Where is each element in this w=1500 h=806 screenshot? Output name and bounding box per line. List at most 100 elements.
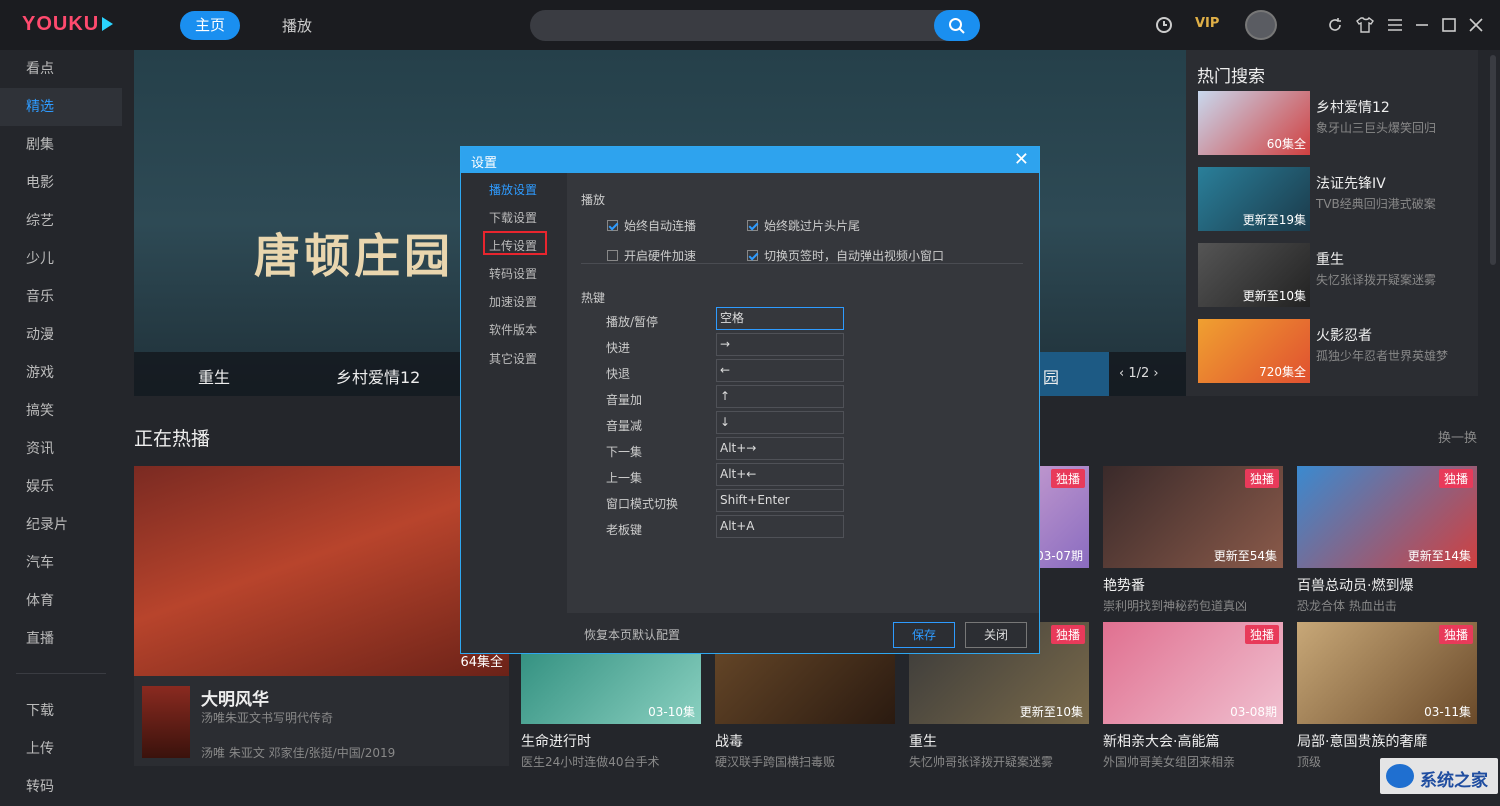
sidebar-item-jilupian[interactable]: 纪录片 bbox=[0, 506, 122, 544]
card-desc: 顶级 bbox=[1297, 755, 1322, 769]
checkbox-checked-icon bbox=[747, 220, 758, 231]
checkbox-hw-accel[interactable]: 开启硬件加速 bbox=[607, 247, 696, 264]
nav-upload-settings[interactable]: 上传设置 bbox=[489, 237, 537, 254]
minimize-icon[interactable] bbox=[1412, 15, 1432, 35]
hot-search-item[interactable]: 60集全 乡村爱情12 象牙山三巨头爆笑回归 bbox=[1198, 91, 1474, 155]
sidebar-item-youxi[interactable]: 游戏 bbox=[0, 354, 122, 392]
exclusive-badge: 独播 bbox=[1438, 469, 1473, 488]
sidebar-item-juji[interactable]: 剧集 bbox=[0, 126, 122, 164]
exclusive-badge: 独播 bbox=[1050, 469, 1085, 488]
hot-search-item[interactable]: 更新至19集 法证先锋IV TVB经典回归港式破案 bbox=[1198, 167, 1474, 231]
card-image: 独播 03-08期 bbox=[1103, 622, 1283, 724]
save-button[interactable]: 保存 bbox=[893, 622, 955, 648]
menu-icon[interactable] bbox=[1385, 15, 1405, 35]
hot-search-item[interactable]: 720集全 火影忍者 孤独少年忍者世界英雄梦 bbox=[1198, 319, 1474, 383]
checkbox-mini-window[interactable]: 切换页签时，自动弹出视频小窗口 bbox=[747, 247, 944, 264]
group-play-label: 播放 bbox=[581, 193, 606, 207]
card-name: 生命进行时 bbox=[521, 734, 591, 750]
checkbox-skip-intro[interactable]: 始终跳过片头片尾 bbox=[747, 217, 860, 234]
dialog-nav: 播放设置 下载设置 上传设置 转码设置 加速设置 软件版本 其它设置 bbox=[461, 173, 567, 653]
checkbox-auto-play[interactable]: 始终自动连播 bbox=[607, 217, 696, 234]
banner-strip-item[interactable]: 重生 bbox=[198, 364, 230, 388]
hotkey-label: 快退 bbox=[606, 367, 631, 381]
card-name: 战毒 bbox=[715, 734, 743, 750]
sidebar: 看点 精选 剧集 电影 综艺 少儿 音乐 动漫 游戏 搞笑 资讯 娱乐 纪录片 … bbox=[0, 50, 122, 800]
nav-accelerate-settings[interactable]: 加速设置 bbox=[489, 293, 537, 310]
nav-home-tab[interactable]: 主页 bbox=[180, 11, 240, 40]
maximize-icon[interactable] bbox=[1439, 15, 1459, 35]
video-card[interactable]: 独播 更新至54集 艳势番 崇利明找到神秘药包道真凶 bbox=[1103, 466, 1283, 614]
sidebar-item-qiche[interactable]: 汽车 bbox=[0, 544, 122, 582]
nav-transcode-settings[interactable]: 转码设置 bbox=[489, 265, 537, 282]
hotkey-field-boss-key[interactable]: Alt+A bbox=[716, 515, 844, 538]
hotkey-field-prev[interactable]: Alt+← bbox=[716, 463, 844, 486]
sidebar-item-tiyu[interactable]: 体育 bbox=[0, 582, 122, 620]
card-desc: 崇利明找到神秘药包道真凶 bbox=[1103, 599, 1248, 613]
video-card[interactable]: 独播 03-08期 新相亲大会·高能篇 外国帅哥美女组团来相亲 bbox=[1103, 622, 1283, 770]
close-button[interactable]: 关闭 bbox=[965, 622, 1027, 648]
search-button[interactable] bbox=[934, 10, 980, 41]
card-image: 独播 更新至54集 bbox=[1103, 466, 1283, 568]
nav-play-tab[interactable]: 播放 bbox=[282, 15, 312, 36]
sidebar-item-zongyi[interactable]: 综艺 bbox=[0, 202, 122, 240]
sidebar-item-yinyue[interactable]: 音乐 bbox=[0, 278, 122, 316]
hotkey-label: 上一集 bbox=[606, 471, 643, 485]
banner-pager[interactable]: ‹ 1/2 › bbox=[1119, 366, 1159, 381]
dialog-close-icon[interactable]: ✕ bbox=[1014, 149, 1029, 170]
checkbox-unchecked-icon bbox=[607, 250, 618, 261]
card-desc: 外国帅哥美女组团来相亲 bbox=[1103, 755, 1236, 769]
dialog-header[interactable]: 设置 ✕ bbox=[461, 147, 1039, 173]
sidebar-item-jingxuan[interactable]: 精选 bbox=[0, 88, 122, 126]
checkbox-label: 始终跳过片头片尾 bbox=[764, 219, 861, 233]
banner-strip-active-item[interactable]: 园 bbox=[1029, 352, 1109, 396]
sidebar-item-download[interactable]: 下载 bbox=[0, 692, 122, 730]
sidebar-item-zhibo[interactable]: 直播 bbox=[0, 620, 122, 658]
hot-search-item[interactable]: 更新至10集 重生 失忆张译拨开疑案迷雾 bbox=[1198, 243, 1474, 307]
nav-software-version[interactable]: 软件版本 bbox=[489, 321, 537, 338]
sidebar-item-dongman[interactable]: 动漫 bbox=[0, 316, 122, 354]
video-card[interactable]: 独播 03-11集 局部·意国贵族的奢靡 顶级 bbox=[1297, 622, 1477, 770]
hotkey-field-window-mode[interactable]: Shift+Enter bbox=[716, 489, 844, 512]
hotkey-field-play-pause[interactable]: 空格 bbox=[716, 307, 844, 330]
restore-defaults-link[interactable]: 恢复本页默认配置 bbox=[584, 626, 680, 643]
sidebar-item-dianying[interactable]: 电影 bbox=[0, 164, 122, 202]
youku-logo[interactable]: YOUKU bbox=[22, 13, 114, 36]
hotkey-field-forward[interactable]: → bbox=[716, 333, 844, 356]
hotkey-field-rewind[interactable]: ← bbox=[716, 359, 844, 382]
skin-shirt-icon[interactable] bbox=[1355, 15, 1375, 35]
nav-other-settings[interactable]: 其它设置 bbox=[489, 350, 537, 367]
sidebar-item-shaoer[interactable]: 少儿 bbox=[0, 240, 122, 278]
exclusive-badge: 独播 bbox=[1244, 625, 1279, 644]
sidebar-item-yule[interactable]: 娱乐 bbox=[0, 468, 122, 506]
hot-search-panel: 热门搜索 60集全 乡村爱情12 象牙山三巨头爆笑回归 更新至19集 法证先锋I… bbox=[1186, 50, 1478, 396]
vip-link[interactable]: VIP bbox=[1195, 16, 1219, 31]
search-input[interactable] bbox=[530, 10, 980, 41]
dialog-body: 播放 始终自动连播 始终跳过片头片尾 开启硬件加速 切换页签时，自动弹出视频小窗… bbox=[567, 173, 1039, 613]
user-avatar[interactable] bbox=[1245, 10, 1277, 40]
video-card[interactable]: 独播 更新至14集 百兽总动员·燃到爆 恐龙合体 热血出击 bbox=[1297, 466, 1477, 614]
sidebar-item-zixun[interactable]: 资讯 bbox=[0, 430, 122, 468]
hotkey-field-next[interactable]: Alt+→ bbox=[716, 437, 844, 460]
nav-play-settings[interactable]: 播放设置 bbox=[489, 181, 537, 198]
sidebar-item-gaoxiao[interactable]: 搞笑 bbox=[0, 392, 122, 430]
hotkey-field-volume-up[interactable]: ↑ bbox=[716, 385, 844, 408]
section-title: 正在热播 bbox=[134, 428, 211, 450]
hotkey-field-volume-down[interactable]: ↓ bbox=[716, 411, 844, 434]
nav-download-settings[interactable]: 下载设置 bbox=[489, 209, 537, 226]
sidebar-item-transcode[interactable]: 转码 bbox=[0, 768, 122, 806]
refresh-icon[interactable] bbox=[1325, 15, 1345, 35]
hot-desc: TVB经典回归港式破案 bbox=[1316, 197, 1436, 211]
scrollbar[interactable] bbox=[1490, 55, 1496, 265]
sidebar-item-kandian[interactable]: 看点 bbox=[0, 50, 122, 88]
dialog-title: 设置 bbox=[471, 156, 498, 171]
close-window-icon[interactable] bbox=[1466, 15, 1486, 35]
banner-strip-item[interactable]: 乡村爱情12 bbox=[336, 364, 420, 388]
featured-name: 大明风华 bbox=[201, 690, 269, 710]
divider bbox=[581, 263, 1023, 264]
sidebar-item-upload[interactable]: 上传 bbox=[0, 730, 122, 768]
hot-badge: 更新至19集 bbox=[1242, 213, 1306, 227]
swap-button[interactable]: 换一换 bbox=[1438, 427, 1477, 446]
history-clock-icon[interactable] bbox=[1154, 15, 1174, 35]
hotkey-label: 快进 bbox=[606, 341, 631, 355]
featured-card[interactable]: 64集全 大明风华 汤唯朱亚文书写明代传奇 汤唯 朱亚文 邓家佳/张挺/中国/2… bbox=[134, 466, 509, 766]
